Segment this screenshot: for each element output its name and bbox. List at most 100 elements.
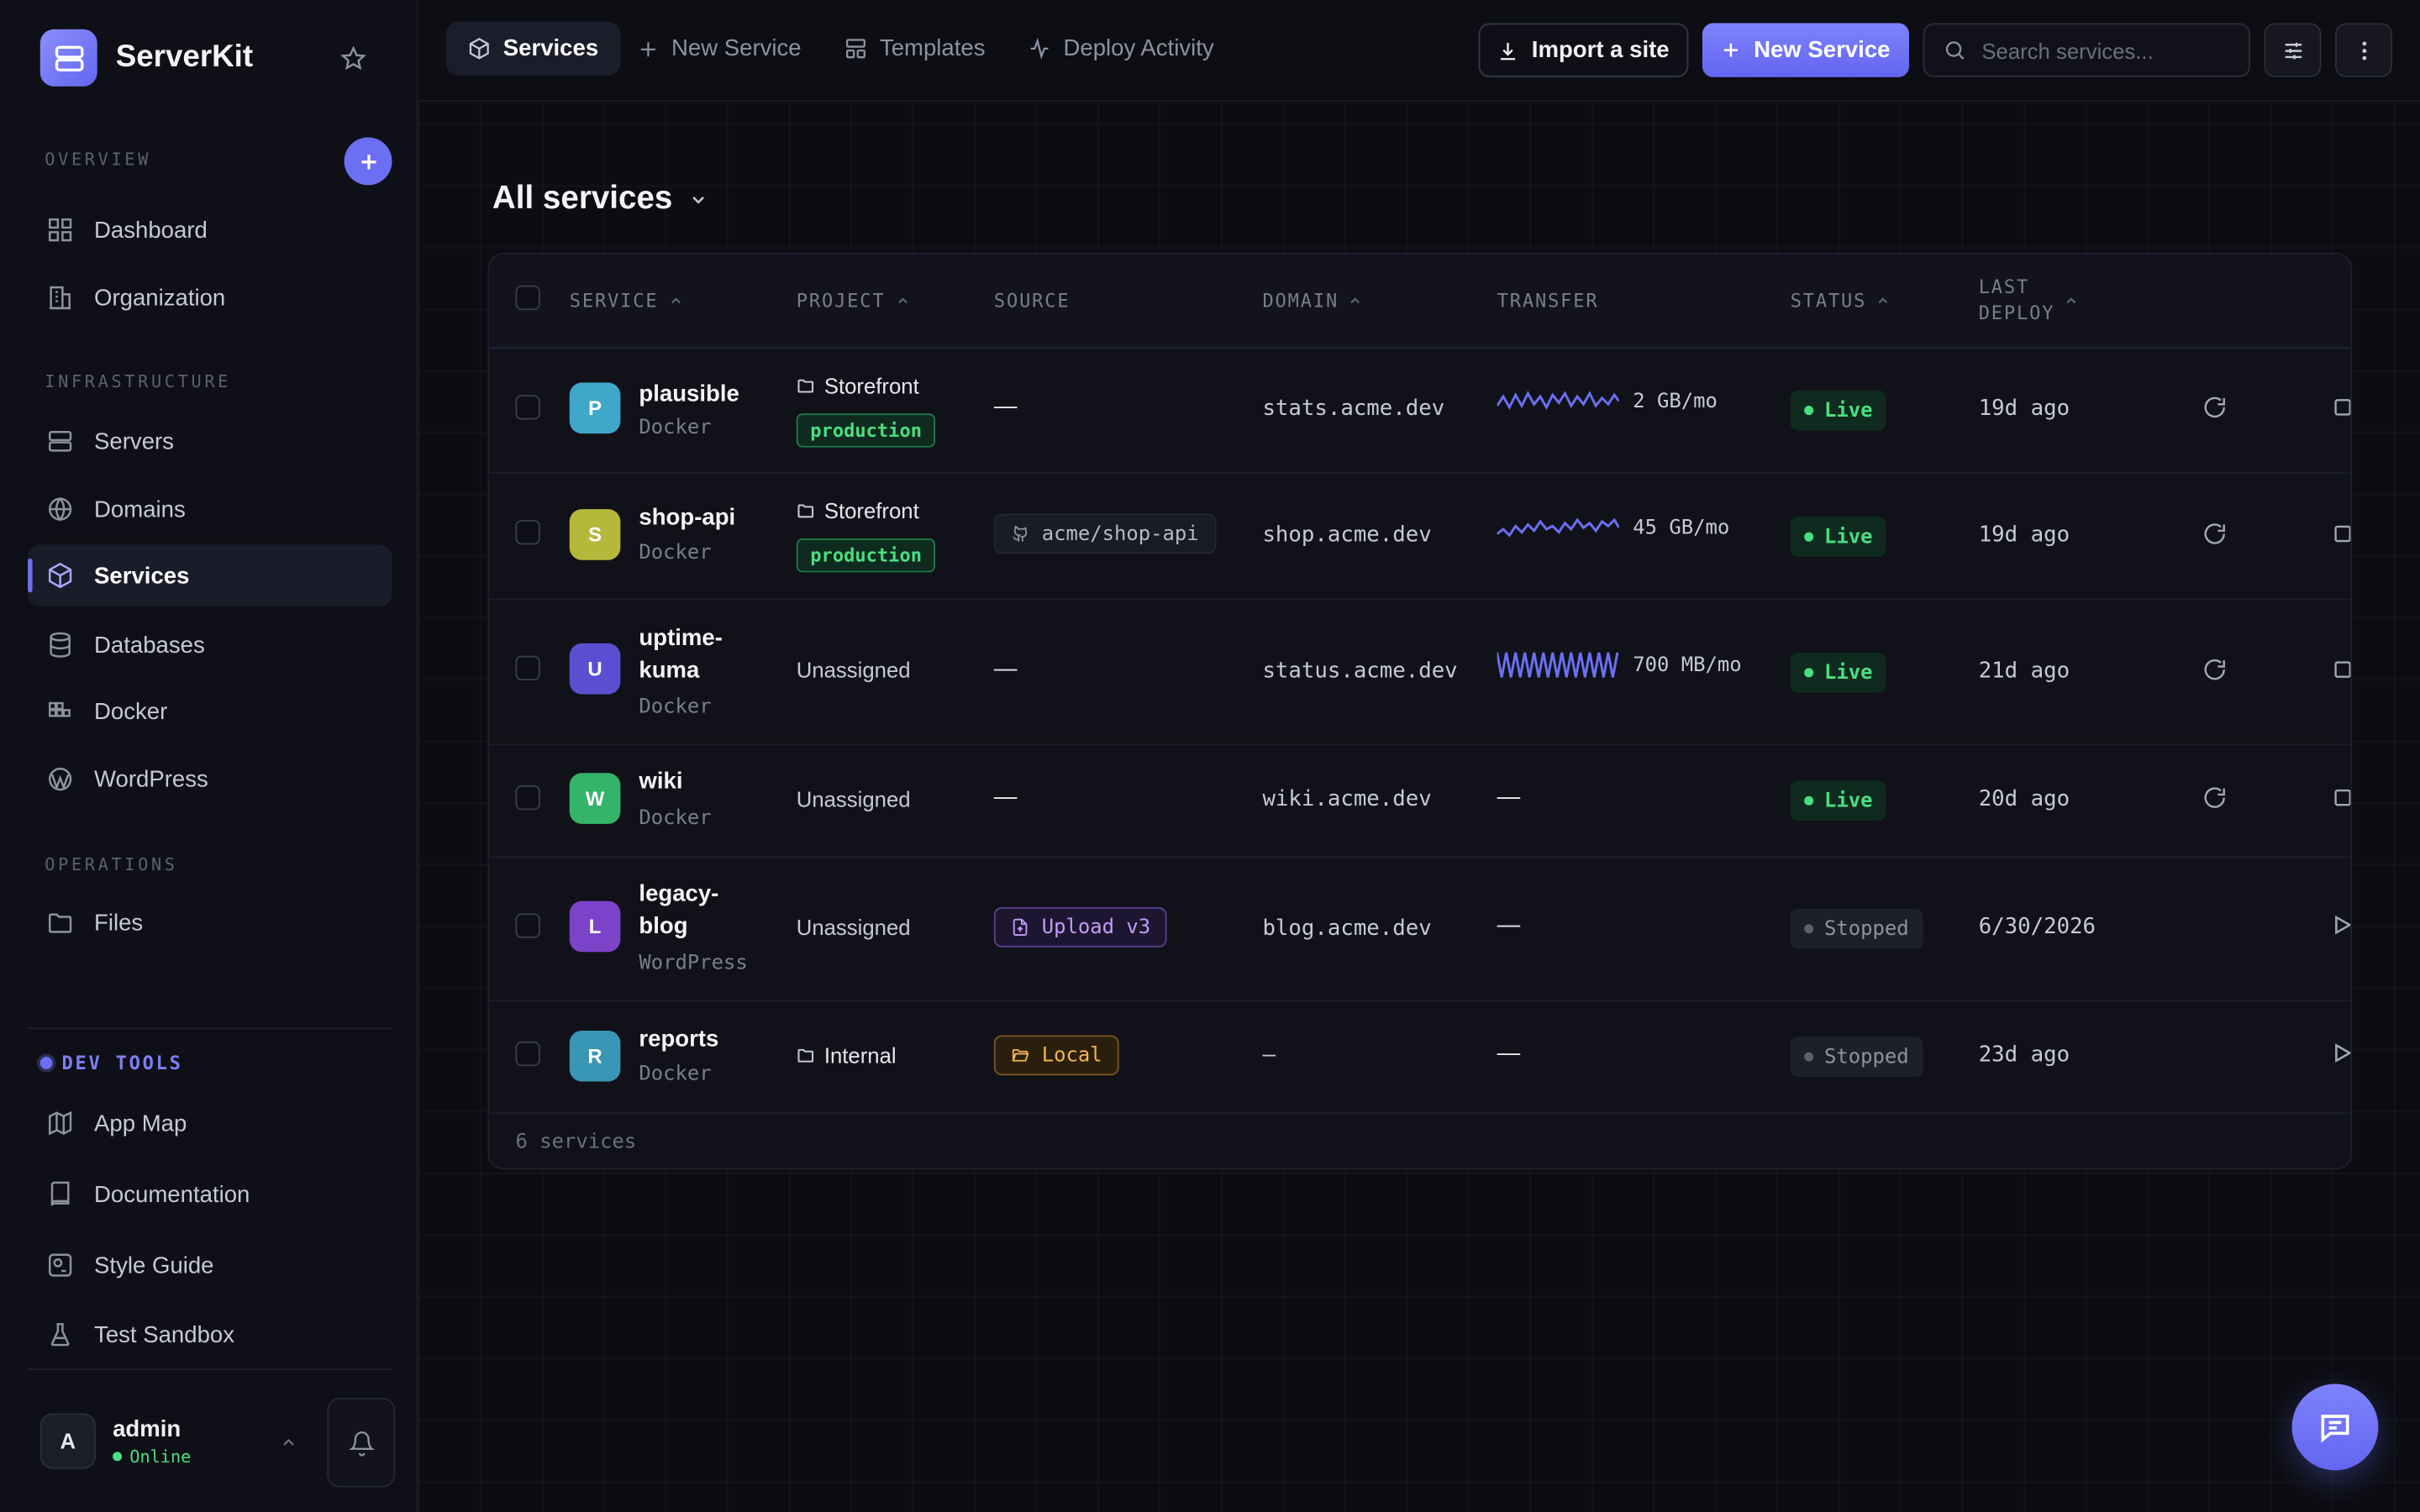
project-name[interactable]: Storefront: [797, 373, 919, 398]
status-badge: Live: [1790, 780, 1887, 822]
stop-icon[interactable]: [2332, 523, 2351, 545]
table-row[interactable]: W wiki Docker Unassigned — wiki.acme.dev…: [489, 743, 2351, 858]
project-name[interactable]: Storefront: [797, 498, 919, 523]
page-title[interactable]: All services: [492, 181, 708, 218]
redeploy-icon[interactable]: [2202, 657, 2227, 681]
add-button[interactable]: [344, 137, 392, 186]
sidebar-item-domains[interactable]: Domains: [28, 478, 392, 539]
domain-link[interactable]: wiki.acme.dev: [1262, 787, 1431, 811]
transfer-sparkline: [1497, 391, 1619, 411]
search-input[interactable]: Search services...: [1923, 23, 2250, 77]
more-button[interactable]: [2334, 23, 2392, 77]
domain-link[interactable]: shop.acme.dev: [1262, 523, 1431, 548]
service-name[interactable]: uptime- kuma: [639, 622, 722, 686]
table-row[interactable]: R reports Docker Internal Local – — Stop…: [489, 1000, 2351, 1115]
domain-link[interactable]: blog.acme.dev: [1262, 916, 1431, 941]
notifications-button[interactable]: [327, 1398, 396, 1488]
service-name[interactable]: reports: [639, 1023, 718, 1056]
column-header-last-deploy[interactable]: LAST DEPLOY: [1979, 275, 2080, 327]
stop-icon[interactable]: [2332, 787, 2351, 809]
row-checkbox[interactable]: [515, 519, 540, 545]
domain-link[interactable]: status.acme.dev: [1262, 659, 1457, 683]
import-site-button[interactable]: Import a site: [1478, 23, 1689, 77]
tab-new-service[interactable]: New Service: [616, 22, 823, 76]
file-upload-icon: [1011, 918, 1029, 937]
sidebar-item-style-guide[interactable]: Style Guide: [28, 1234, 392, 1295]
row-checkbox[interactable]: [515, 1041, 540, 1067]
user-menu[interactable]: A admin Online: [39, 1413, 192, 1469]
tab-services[interactable]: Services: [445, 21, 620, 76]
chat-icon: [2321, 1415, 2349, 1443]
column-header-status[interactable]: STATUS: [1791, 290, 1891, 312]
sidebar-item-dashboard[interactable]: Dashboard: [28, 199, 392, 260]
chat-button[interactable]: [2291, 1383, 2379, 1471]
service-name[interactable]: plausible: [639, 378, 739, 411]
play-icon[interactable]: [2330, 1042, 2351, 1065]
sidebar-item-wordpress[interactable]: WordPress: [28, 748, 392, 810]
last-deploy: 20d ago: [1978, 786, 2070, 812]
sidebar-item-files[interactable]: Files: [28, 892, 392, 953]
sidebar-divider: [28, 1027, 392, 1030]
project-name[interactable]: Internal: [797, 1043, 897, 1068]
service-name[interactable]: wiki: [639, 765, 682, 798]
box-icon: [468, 37, 492, 60]
sidebar-item-servers[interactable]: Servers: [28, 411, 392, 472]
tab-deploy-activity[interactable]: Deploy Activity: [1007, 22, 1236, 76]
sidebar-item-label: Organization: [94, 284, 226, 312]
table-row[interactable]: S shop-api Docker Storefront production …: [489, 472, 2351, 601]
search-icon: [1943, 39, 1966, 62]
stop-icon[interactable]: [2332, 396, 2351, 418]
redeploy-icon[interactable]: [2202, 395, 2227, 419]
sidebar-item-services[interactable]: Services: [28, 544, 392, 606]
section-label-operations: OPERATIONS: [45, 854, 178, 875]
table-row[interactable]: U uptime- kuma Docker Unassigned — statu…: [489, 599, 2351, 746]
row-checkbox[interactable]: [515, 655, 540, 680]
tab-templates[interactable]: Templates: [823, 22, 1007, 76]
service-avatar: R: [569, 1030, 621, 1082]
table-row[interactable]: P plausible Docker Storefront production…: [489, 347, 2351, 474]
sidebar-item-databases[interactable]: Databases: [28, 614, 392, 675]
online-dot-icon: [113, 1452, 123, 1462]
service-name[interactable]: legacy- blog: [639, 878, 718, 942]
source-upload-chip[interactable]: Upload v3: [993, 907, 1168, 948]
brand[interactable]: ServerKit: [39, 29, 253, 87]
sidebar-item-organization[interactable]: Organization: [28, 267, 392, 328]
column-header-project[interactable]: PROJECT: [797, 290, 910, 312]
stop-icon[interactable]: [2332, 659, 2351, 680]
row-checkbox[interactable]: [515, 395, 540, 420]
transfer-sparkline: [1497, 517, 1619, 538]
domain-link[interactable]: stats.acme.dev: [1262, 396, 1444, 421]
star-icon[interactable]: [339, 45, 367, 72]
service-name[interactable]: shop-api: [639, 501, 735, 534]
row-checkbox[interactable]: [515, 785, 540, 811]
source-local-chip[interactable]: Local: [993, 1035, 1119, 1076]
palette-icon: [45, 1250, 76, 1281]
redeploy-icon[interactable]: [2202, 785, 2227, 810]
sidebar-item-app-map[interactable]: App Map: [28, 1092, 392, 1153]
project-unassigned: Unassigned: [796, 657, 911, 682]
play-icon[interactable]: [2330, 913, 2351, 937]
source-repo-chip[interactable]: acme/shop-api: [993, 513, 1216, 554]
filter-button[interactable]: [2264, 23, 2322, 77]
column-header-service[interactable]: SERVICE: [570, 290, 683, 312]
sidebar-item-label: Databases: [94, 632, 205, 659]
sidebar-item-label: Files: [94, 909, 144, 936]
flask-icon: [45, 1319, 76, 1350]
sidebar-item-docker[interactable]: Docker: [28, 680, 392, 742]
redeploy-icon[interactable]: [2202, 522, 2227, 546]
server-logo-icon: [39, 29, 97, 87]
sidebar-item-documentation[interactable]: Documentation: [28, 1163, 392, 1225]
last-deploy: 23d ago: [1978, 1042, 2070, 1068]
row-checkbox[interactable]: [515, 913, 540, 938]
transfer-sparkline: [1497, 652, 1619, 678]
chevron-up-icon[interactable]: [279, 1433, 297, 1452]
sort-up-icon: [1348, 293, 1363, 308]
sidebar-divider: [28, 1368, 392, 1371]
select-all-checkbox[interactable]: [515, 285, 540, 311]
new-service-button[interactable]: New Service: [1702, 23, 1910, 77]
sidebar-item-test-sandbox[interactable]: Test Sandbox: [28, 1304, 392, 1365]
transfer-empty: —: [1497, 1039, 1521, 1067]
table-row[interactable]: L legacy- blog WordPress Unassigned Uplo…: [489, 856, 2351, 1002]
layout-icon: [844, 37, 868, 60]
column-header-domain[interactable]: DOMAIN: [1262, 290, 1363, 312]
